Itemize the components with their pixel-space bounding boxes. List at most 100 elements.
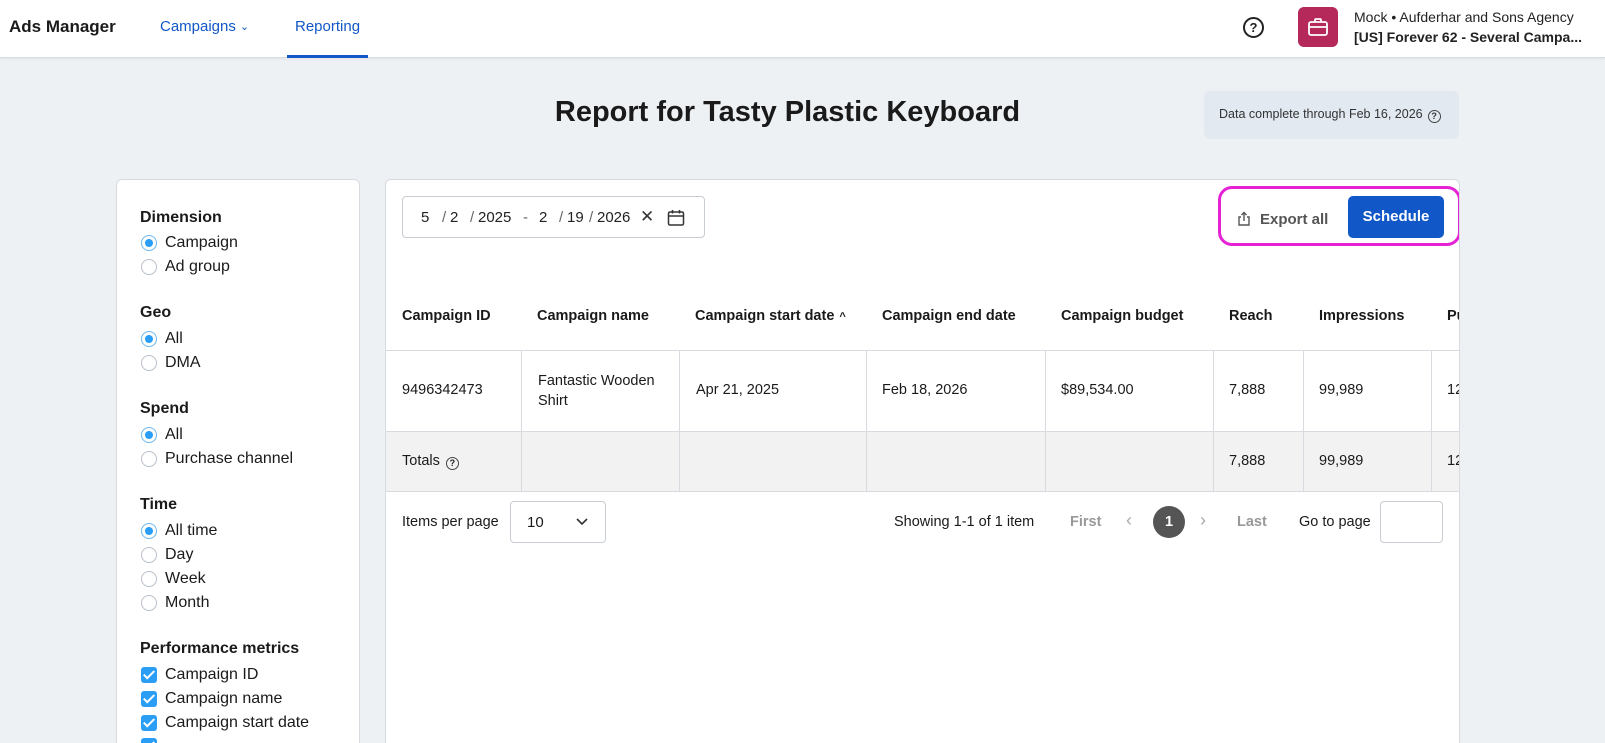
nav-campaigns[interactable]: Campaigns ⌄ [160, 18, 249, 35]
header-reach[interactable]: Reach [1229, 308, 1273, 324]
account-avatar[interactable] [1298, 7, 1338, 47]
current-page[interactable]: 1 [1153, 506, 1185, 538]
cell-budget: $89,534.00 [1061, 382, 1134, 398]
totals-truncated: 12 [1447, 453, 1459, 469]
start-day[interactable]: 2 [450, 209, 458, 226]
header-truncated[interactable]: Pu [1447, 308, 1459, 324]
radio-time-month[interactable]: Month [141, 594, 209, 612]
end-year[interactable]: 2026 [597, 209, 630, 226]
radio-time-day[interactable]: Day [141, 546, 193, 564]
filter-sidebar: Dimension Campaign Ad group Geo All DMA … [116, 179, 360, 743]
option-label: Month [165, 594, 210, 611]
checkbox[interactable] [141, 715, 157, 731]
option-label: Campaign start date [165, 714, 310, 731]
last-page-link[interactable]: Last [1237, 514, 1267, 530]
header-campaign-name[interactable]: Campaign name [537, 308, 649, 324]
info-icon[interactable]: ? [445, 457, 459, 470]
radio-button[interactable] [141, 571, 157, 587]
checkbox[interactable] [141, 738, 157, 743]
radio-dimension-campaign[interactable]: Campaign [141, 234, 238, 252]
cell-reach: 7,888 [1229, 382, 1266, 398]
radio-button[interactable] [141, 547, 157, 563]
chevron-left-icon[interactable]: ‹ [1126, 510, 1132, 531]
start-year[interactable]: 2025 [478, 209, 511, 226]
radio-time-all-time[interactable]: All time [141, 522, 217, 540]
cell-campaign-id: 9496342473 [402, 382, 483, 398]
radio-dimension-ad-group[interactable]: Ad group [141, 258, 230, 276]
header-campaign-budget[interactable]: Campaign budget [1061, 308, 1183, 324]
data-complete-text: Data complete through Feb 16, 2026 [1219, 107, 1423, 121]
top-nav: Ads Manager Campaigns ⌄ Reporting ? Mock … [0, 0, 1605, 58]
nav-reporting[interactable]: Reporting [295, 18, 360, 35]
option-label: Ad group [165, 258, 230, 275]
radio-button[interactable] [141, 259, 157, 275]
column-divider [866, 351, 867, 491]
briefcase-icon [1308, 18, 1328, 36]
radio-spend-purchase-channel[interactable]: Purchase channel [141, 450, 293, 468]
export-all-button[interactable]: Export all [1237, 199, 1337, 239]
option-label: All [165, 330, 183, 347]
first-page-link[interactable]: First [1070, 514, 1101, 530]
header-campaign-end-date[interactable]: Campaign end date [882, 308, 1016, 324]
column-divider [1045, 351, 1046, 491]
spend-title: Spend [140, 400, 189, 417]
radio-button[interactable] [141, 427, 157, 443]
close-icon[interactable]: ✕ [640, 207, 654, 227]
end-month[interactable]: 2 [539, 209, 547, 226]
end-day[interactable]: 19 [567, 209, 584, 226]
report-panel: 5 / 2 / 2025 - 2 / 19 / 2026 ✕ Export al… [385, 179, 1460, 743]
header-impressions[interactable]: Impressions [1319, 308, 1404, 324]
go-to-page-input[interactable] [1380, 501, 1443, 543]
active-tab-indicator [287, 55, 368, 58]
divider [386, 431, 1459, 432]
divider [386, 350, 1459, 351]
range-dash: - [523, 209, 528, 226]
checkbox-campaign-name[interactable]: Campaign name [141, 690, 282, 708]
radio-button[interactable] [141, 331, 157, 347]
radio-button[interactable] [141, 235, 157, 251]
radio-button[interactable] [141, 595, 157, 611]
start-month[interactable]: 5 [421, 209, 429, 226]
radio-button[interactable] [141, 451, 157, 467]
checkbox-campaign-start-date[interactable]: Campaign start date [141, 714, 309, 732]
date-range-picker[interactable]: 5 / 2 / 2025 - 2 / 19 / 2026 ✕ [402, 196, 705, 238]
showing-count: Showing 1-1 of 1 item [894, 514, 1035, 530]
account-agency[interactable]: Mock • Aufderhar and Sons Agency [1354, 9, 1574, 25]
nav-campaigns-label: Campaigns [160, 18, 236, 35]
header-campaign-start-date[interactable]: Campaign start date ^ [695, 308, 846, 324]
checkbox[interactable] [141, 667, 157, 683]
schedule-button[interactable]: Schedule [1348, 196, 1444, 238]
sort-ascending-icon: ^ [839, 311, 846, 323]
option-label: Campaign name [165, 690, 283, 707]
date-separator: / [559, 209, 564, 226]
column-divider [1303, 351, 1304, 491]
header-campaign-id[interactable]: Campaign ID [402, 308, 491, 324]
help-icon[interactable]: ? [1243, 17, 1264, 38]
performance-metrics-title: Performance metrics [140, 640, 300, 657]
option-label: Campaign [165, 234, 238, 251]
calendar-icon[interactable] [667, 209, 685, 227]
radio-button[interactable] [141, 355, 157, 371]
account-name[interactable]: [US] Forever 62 - Several Campa... [1354, 29, 1594, 45]
radio-time-week[interactable]: Week [141, 570, 206, 588]
radio-button[interactable] [141, 523, 157, 539]
checkbox[interactable] [141, 691, 157, 707]
cell-end-date: Feb 18, 2026 [882, 382, 968, 398]
checkbox-campaign-end-date[interactable] [141, 738, 165, 743]
items-per-page-value: 10 [527, 514, 544, 531]
brand-title[interactable]: Ads Manager [9, 17, 116, 37]
cell-start-date: Apr 21, 2025 [696, 382, 780, 398]
totals-impressions: 99,989 [1319, 453, 1364, 469]
chevron-right-icon[interactable]: › [1200, 510, 1206, 531]
info-icon[interactable]: ? [1427, 110, 1441, 123]
date-separator: / [470, 209, 475, 226]
radio-geo-all[interactable]: All [141, 330, 183, 348]
items-per-page-select[interactable]: 10 [510, 501, 606, 543]
radio-spend-all[interactable]: All [141, 426, 183, 444]
radio-geo-dma[interactable]: DMA [141, 354, 201, 372]
column-divider [1213, 351, 1214, 491]
column-divider [679, 351, 680, 491]
checkbox-campaign-id[interactable]: Campaign ID [141, 666, 258, 684]
column-divider [521, 351, 522, 491]
cell-truncated: 12 [1447, 382, 1459, 398]
